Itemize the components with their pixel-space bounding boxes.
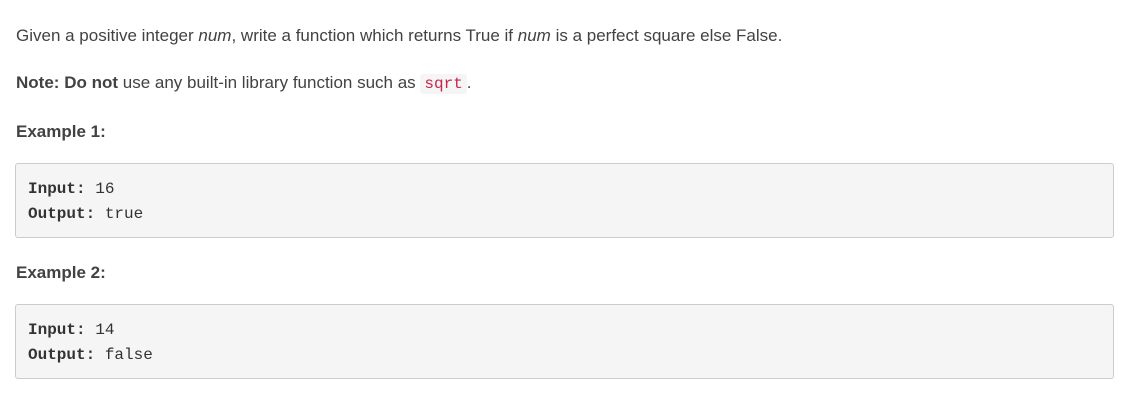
input-label: Input: <box>28 180 86 198</box>
note-label: Note: <box>16 73 60 92</box>
note-emphasis: Do not <box>64 73 119 92</box>
statement-part-2: , write a function which returns True if <box>231 26 518 45</box>
input-value: 14 <box>95 321 115 339</box>
output-label: Output: <box>28 346 96 364</box>
note-paragraph: Note: Do not use any built-in library fu… <box>16 71 472 96</box>
inline-code-sqrt: sqrt <box>420 74 467 94</box>
variable-num: num <box>198 26 232 45</box>
output-value: false <box>104 346 153 364</box>
problem-statement: Given a positive integer num, write a fu… <box>16 24 782 48</box>
example-2-code-block: Input: 14 Output: false <box>15 304 1114 379</box>
input-label: Input: <box>28 321 86 339</box>
statement-part-1: Given a positive integer <box>16 26 199 45</box>
input-value: 16 <box>95 180 115 198</box>
note-end: . <box>466 73 472 92</box>
example-1-input-line: Input: 16 <box>28 177 1101 202</box>
example-2-heading: Example 2: <box>16 263 106 282</box>
example-2-output-line: Output: false <box>28 343 1101 368</box>
example-1-code-block: Input: 16 Output: true <box>15 163 1114 238</box>
problem-description: Given a positive integer num, write a fu… <box>0 0 1137 409</box>
output-label: Output: <box>28 205 96 223</box>
example-2-input-line: Input: 14 <box>28 318 1101 343</box>
statement-part-3: is a perfect square else False. <box>550 26 783 45</box>
example-1-output-line: Output: true <box>28 202 1101 227</box>
variable-num: num <box>517 26 551 45</box>
output-value: true <box>104 205 144 223</box>
note-text: use any built-in library function such a… <box>118 73 421 92</box>
example-1-heading: Example 1: <box>16 122 106 141</box>
